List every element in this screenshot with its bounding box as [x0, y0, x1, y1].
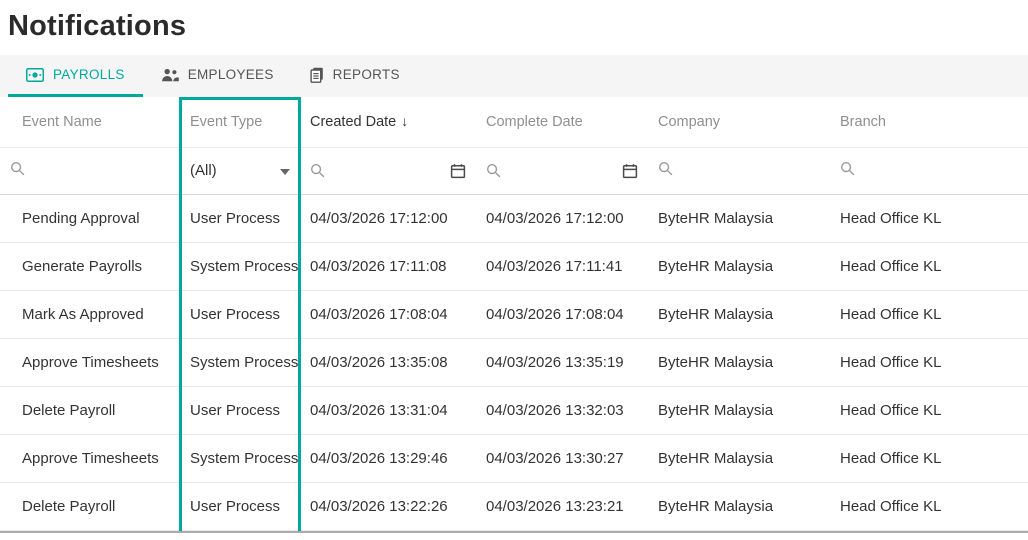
filter-row: (All) [0, 147, 1028, 195]
chevron-down-icon [280, 162, 290, 179]
table-cell: Pending Approval [0, 194, 180, 243]
event-type-filter-value: (All) [190, 162, 217, 179]
table-cell: Approve Timesheets [0, 434, 180, 483]
table-cell: Approve Timesheets [0, 338, 180, 387]
event-type-filter[interactable]: (All) [180, 147, 300, 195]
table-row[interactable]: Mark As Approved User Process 04/03/2026 1… [0, 290, 1028, 339]
calendar-icon[interactable] [450, 163, 466, 179]
table-cell: 04/03/2026 13:23:21 [476, 482, 648, 531]
table-cell: Head Office KL [830, 482, 1028, 531]
column-header-branch[interactable]: Branch [830, 97, 1028, 148]
table-row[interactable]: Delete Payroll User Process 04/03/2026 13:… [0, 386, 1028, 435]
search-icon [310, 163, 325, 178]
table-cell: 04/03/2026 13:31:04 [300, 386, 476, 435]
table-cell: 04/03/2026 13:35:08 [300, 338, 476, 387]
table-cell: 04/03/2026 17:11:08 [300, 242, 476, 291]
tab-label: EMPLOYEES [187, 67, 274, 82]
tab-label: PAYROLLS [53, 67, 125, 82]
column-label: Event Type [190, 113, 263, 130]
table-cell: Delete Payroll [0, 482, 180, 531]
table-cell: 04/03/2026 13:30:27 [476, 434, 648, 483]
table-row[interactable]: Pending Approval User Process 04/03/2026 1… [0, 194, 1028, 243]
column-label: Event Name [22, 113, 102, 130]
tab-bar: PAYROLLS EMPLOYEES REPORTS [0, 55, 1028, 97]
tab-payrolls[interactable]: PAYROLLS [8, 55, 143, 97]
table-header-row: Event Name Event Type Created Date ↓ Comp… [0, 97, 1028, 148]
created-date-filter[interactable] [300, 147, 476, 195]
company-filter[interactable] [648, 147, 830, 195]
table-cell: System Process [180, 434, 300, 483]
table-cell: ByteHR Malaysia [648, 194, 830, 243]
table-row[interactable]: Approve Timesheets System Process 04/03/20… [0, 338, 1028, 387]
column-label: Branch [840, 113, 886, 130]
table-cell: ByteHR Malaysia [648, 434, 830, 483]
tab-reports[interactable]: REPORTS [292, 55, 418, 97]
table-cell: Mark As Approved [0, 290, 180, 339]
table-cell: 04/03/2026 13:32:03 [476, 386, 648, 435]
column-label: Created Date [310, 114, 397, 131]
search-icon [658, 161, 673, 180]
column-header-event-name[interactable]: Event Name [0, 97, 180, 148]
reports-icon [310, 67, 324, 83]
page-title: Notifications [8, 10, 187, 42]
table-cell: User Process [180, 386, 300, 435]
table-row[interactable]: Delete Payroll User Process 04/03/2026 13:… [0, 482, 1028, 531]
table-cell: 04/03/2026 17:08:04 [476, 290, 648, 339]
table-cell: 04/03/2026 17:08:04 [300, 290, 476, 339]
column-label: Company [658, 113, 721, 130]
table-cell: 04/03/2026 13:29:46 [300, 434, 476, 483]
table-cell: User Process [180, 290, 300, 339]
table-cell: Delete Payroll [0, 386, 180, 435]
notifications-table: Event Name Event Type Created Date ↓ Comp… [0, 97, 1028, 533]
table-cell: 04/03/2026 17:12:00 [476, 194, 648, 243]
event-name-filter[interactable] [0, 147, 180, 195]
table-cell: User Process [180, 482, 300, 531]
column-header-event-type[interactable]: Event Type [180, 97, 300, 148]
table-cell: Head Office KL [830, 386, 1028, 435]
table-cell: ByteHR Malaysia [648, 338, 830, 387]
table-row[interactable]: Approve Timesheets System Process 04/03/20… [0, 434, 1028, 483]
table-cell: 04/03/2026 17:11:41 [476, 242, 648, 291]
table-cell: ByteHR Malaysia [648, 482, 830, 531]
table-cell: Head Office KL [830, 194, 1028, 243]
table-cell: ByteHR Malaysia [648, 290, 830, 339]
table-cell: Head Office KL [830, 242, 1028, 291]
employees-icon [161, 68, 179, 82]
search-icon [840, 161, 855, 180]
table-cell: User Process [180, 194, 300, 243]
complete-date-filter[interactable] [476, 147, 648, 195]
column-header-created-date[interactable]: Created Date ↓ [300, 97, 476, 148]
table-cell: System Process [180, 338, 300, 387]
table-body: Pending Approval User Process 04/03/2026 1… [0, 194, 1028, 531]
search-icon [10, 161, 25, 180]
calendar-icon[interactable] [622, 163, 638, 179]
payrolls-icon [26, 67, 44, 82]
event-type-filter-select[interactable]: (All) [190, 162, 290, 179]
table-cell: 04/03/2026 13:22:26 [300, 482, 476, 531]
table-cell: ByteHR Malaysia [648, 386, 830, 435]
table-cell: Generate Payrolls [0, 242, 180, 291]
search-icon [486, 163, 501, 178]
branch-filter[interactable] [830, 147, 1028, 195]
column-header-company[interactable]: Company [648, 97, 830, 148]
table-cell: ByteHR Malaysia [648, 242, 830, 291]
tab-label: REPORTS [332, 67, 400, 82]
column-label: Complete Date [486, 113, 583, 130]
tab-employees[interactable]: EMPLOYEES [143, 55, 292, 97]
table-cell: 04/03/2026 13:35:19 [476, 338, 648, 387]
table-cell: Head Office KL [830, 434, 1028, 483]
sort-descending-icon: ↓ [401, 113, 409, 130]
table-cell: 04/03/2026 17:12:00 [300, 194, 476, 243]
table-cell: Head Office KL [830, 290, 1028, 339]
table-cell: System Process [180, 242, 300, 291]
table-cell: Head Office KL [830, 338, 1028, 387]
column-header-complete-date[interactable]: Complete Date [476, 97, 648, 148]
table-row[interactable]: Generate Payrolls System Process 04/03/202… [0, 242, 1028, 291]
